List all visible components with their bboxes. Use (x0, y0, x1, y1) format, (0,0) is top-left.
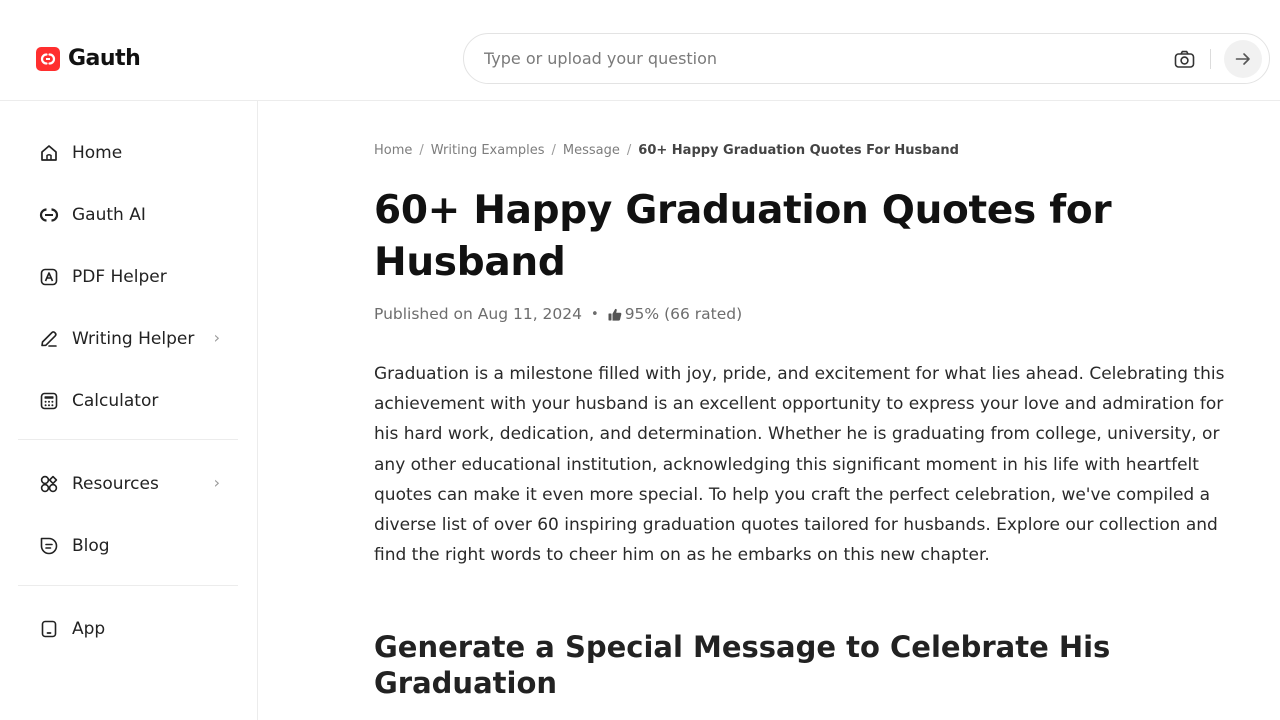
breadcrumb-home-link[interactable]: Home (374, 143, 412, 158)
blog-icon (38, 535, 60, 557)
sidebar-item-label: Home (72, 143, 123, 163)
home-icon (38, 142, 60, 164)
breadcrumb-writing-examples-link[interactable]: Writing Examples (431, 143, 545, 158)
breadcrumb: Home / Writing Examples / Message / 60+ … (374, 143, 959, 158)
calculator-icon (38, 390, 60, 412)
search-divider (1210, 49, 1211, 69)
article-meta: Published on Aug 11, 2024 • 95% (66 rate… (374, 305, 742, 323)
gauth-ai-icon (38, 204, 60, 226)
sidebar-item-blog[interactable]: Blog (38, 532, 224, 560)
page-title: 60+ Happy Graduation Quotes for Husband (374, 188, 1112, 285)
section-heading: Generate a Special Message to Celebrate … (374, 630, 1111, 700)
gauth-logo[interactable]: Gauth (36, 46, 141, 71)
intro-paragraph: Graduation is a milestone filled with jo… (374, 364, 1225, 566)
sidebar-item-calculator[interactable]: Calculator (38, 387, 224, 415)
pen-icon (38, 328, 60, 350)
breadcrumb-separator: / (626, 143, 632, 158)
camera-icon[interactable] (1172, 47, 1196, 71)
arrow-right-icon (1235, 52, 1251, 66)
chevron-right-icon: › (213, 473, 220, 492)
gauth-logo-icon (36, 46, 60, 71)
sidebar-item-label: PDF Helper (72, 267, 167, 287)
submit-button[interactable] (1224, 40, 1262, 78)
published-date: Published on Aug 11, 2024 (374, 305, 583, 323)
sidebar-divider (18, 439, 238, 440)
logo-text: Gauth (68, 46, 141, 71)
rating-text: 95% (66 rated) (624, 305, 743, 323)
sidebar-item-gauth-ai[interactable]: Gauth AI (38, 201, 224, 229)
search-input[interactable] (484, 34, 1164, 83)
pdf-icon (38, 266, 60, 288)
breadcrumb-separator: / (419, 143, 424, 158)
chevron-right-icon: › (213, 328, 220, 347)
thumbs-up-icon (608, 308, 622, 321)
sidebar-item-label: App (72, 619, 106, 639)
breadcrumb-current: 60+ Happy Graduation Quotes For Husband (638, 143, 959, 158)
sidebar-item-label: Gauth AI (72, 205, 146, 225)
breadcrumb-message-link[interactable]: Message (563, 143, 620, 158)
sidebar-item-app[interactable]: App (38, 615, 224, 643)
sidebar-item-home[interactable]: Home (38, 139, 224, 167)
sidebar-item-writing-helper[interactable]: Writing Helper › (38, 325, 224, 353)
sidebar-item-label: Writing Helper (72, 329, 195, 349)
phone-icon (38, 618, 60, 640)
meta-separator: • (591, 306, 599, 322)
sidebar-item-resources[interactable]: Resources › (38, 470, 224, 498)
sidebar-item-pdf-helper[interactable]: PDF Helper (38, 263, 224, 291)
resources-icon (38, 473, 60, 495)
breadcrumb-separator: / (551, 143, 556, 158)
search-bar (463, 33, 1270, 84)
top-header: Gauth (0, 0, 1280, 101)
sidebar-item-label: Blog (72, 536, 110, 556)
sidebar-item-label: Resources (72, 474, 159, 494)
sidebar: Home Gauth AI PDF Helper Writing Helper … (0, 101, 258, 720)
sidebar-divider (18, 585, 238, 586)
sidebar-item-label: Calculator (72, 391, 159, 411)
